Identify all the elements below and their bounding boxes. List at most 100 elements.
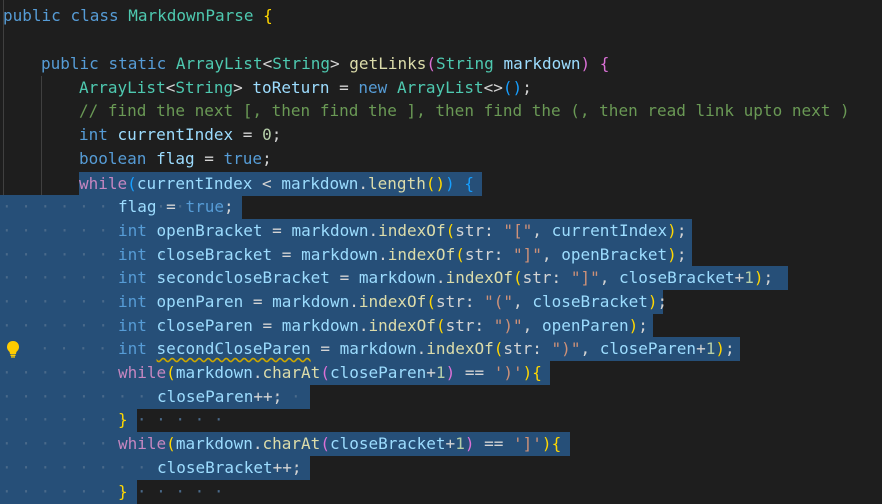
operator: = — [262, 316, 273, 335]
code-line: int currentIndex = 0; — [79, 123, 281, 147]
number: 0 — [262, 125, 272, 144]
bracket: ) — [647, 292, 658, 311]
operator: = — [242, 125, 253, 144]
punct: . — [368, 221, 379, 240]
method-name: charAt — [262, 363, 321, 382]
string: "]" — [570, 268, 600, 287]
code-line: int secondcloseBracket = markdown.indexO… — [118, 266, 773, 290]
keyword: int — [118, 245, 147, 264]
variable: closeBracket — [329, 434, 446, 453]
punct: ; — [638, 316, 648, 335]
punct: , — [599, 268, 610, 287]
variable: markdown — [339, 339, 417, 358]
punct: . — [252, 363, 263, 382]
bracket: () — [425, 174, 446, 193]
variable: closeBracket — [532, 292, 648, 311]
operator: = — [339, 78, 349, 97]
punct: , — [513, 292, 523, 311]
string: "]" — [513, 245, 542, 264]
closing-brace: } — [118, 410, 128, 429]
code-line: int openParen = markdown.indexOf(str: "(… — [118, 290, 667, 314]
variable: closeBracket — [157, 458, 273, 477]
method-name: indexOf — [445, 268, 513, 287]
variable: openParen — [541, 316, 629, 335]
method-name: getLinks — [349, 54, 427, 73]
variable: closeParen — [329, 363, 427, 382]
punct: > — [330, 54, 340, 73]
bracket: ( — [426, 54, 436, 73]
variable: flag — [156, 149, 195, 168]
bracket: ) — [628, 316, 639, 335]
bracket: ( — [320, 363, 330, 382]
variable: currentIndex — [136, 174, 253, 193]
variable: currentIndex — [551, 221, 668, 240]
bracket: ( — [445, 221, 456, 240]
keyword: int — [118, 292, 147, 311]
keyword: static — [108, 54, 167, 73]
punct: . — [416, 339, 427, 358]
operator: == — [464, 363, 485, 382]
class-name: MarkdownParse — [128, 6, 254, 25]
type: ArrayList — [79, 78, 166, 97]
closing-brace: } — [118, 482, 128, 501]
variable: toReturn — [252, 78, 330, 97]
type: String — [272, 54, 331, 73]
number: 1 — [744, 268, 754, 287]
string: ")" — [551, 339, 581, 358]
bracket: { — [551, 434, 562, 453]
punct: . — [358, 316, 369, 335]
keyword: class — [70, 6, 119, 25]
variable: flag — [118, 197, 157, 216]
code-line: int openBracket = markdown.indexOf(str: … — [118, 219, 686, 243]
string: ")" — [493, 316, 523, 335]
punct: , — [580, 339, 591, 358]
keyword: int — [118, 339, 147, 358]
variable: markdown — [175, 434, 253, 453]
number: 1 — [455, 434, 465, 453]
bracket: ( — [455, 245, 465, 264]
variable: openBracket — [156, 221, 263, 240]
bracket: ) — [522, 363, 533, 382]
operator: = — [272, 221, 282, 240]
bracket: ) — [541, 434, 552, 453]
lightbulb-icon[interactable] — [5, 340, 21, 358]
string: "[" — [503, 221, 533, 240]
operator: + — [734, 268, 745, 287]
variable-with-warning[interactable]: secondCloseParen — [157, 339, 311, 358]
punct: , — [522, 316, 533, 335]
bracket: ) — [715, 339, 725, 358]
code-line: flag = true; — [118, 195, 234, 219]
variable: markdown — [281, 174, 359, 193]
bracket: { — [599, 54, 610, 73]
code-line: closeBracket++; — [157, 456, 302, 480]
number: 1 — [705, 339, 716, 358]
keyword: true — [185, 197, 224, 216]
punct: , — [541, 245, 552, 264]
bracket: ( — [513, 268, 523, 287]
comment-line: // find the next [, then find the ], the… — [79, 101, 850, 120]
keyword: while — [118, 434, 167, 453]
keyword: int — [79, 125, 108, 144]
code-editor[interactable]: · · · · · · · · · · · · · · · · · · · · … — [0, 0, 882, 504]
bracket: ) — [667, 245, 677, 264]
parameter: markdown — [503, 54, 581, 73]
punct: . — [252, 434, 263, 453]
punct: ; — [223, 197, 234, 216]
code-line: public static ArrayList<String> getLinks… — [41, 52, 609, 76]
punct: < — [165, 78, 176, 97]
code-line: ArrayList<String> toReturn = new ArrayLi… — [79, 76, 532, 100]
operator: ++; — [253, 387, 283, 406]
keyword: while — [79, 174, 128, 193]
bracket: { — [263, 6, 273, 25]
code-line: while(markdown.charAt(closeBracket+1) ==… — [118, 432, 561, 456]
keyword: true — [223, 149, 263, 168]
parameter-hint: str: — [464, 245, 504, 264]
keyword: int — [118, 316, 147, 335]
punct: ; — [262, 149, 272, 168]
variable: openBracket — [561, 245, 668, 264]
punct: ; — [522, 78, 532, 97]
operator: = — [320, 339, 330, 358]
code-line: int closeParen = markdown.indexOf(str: "… — [118, 314, 648, 338]
punct: . — [349, 292, 359, 311]
code-line: while(markdown.charAt(closeParen+1) == '… — [118, 361, 542, 385]
